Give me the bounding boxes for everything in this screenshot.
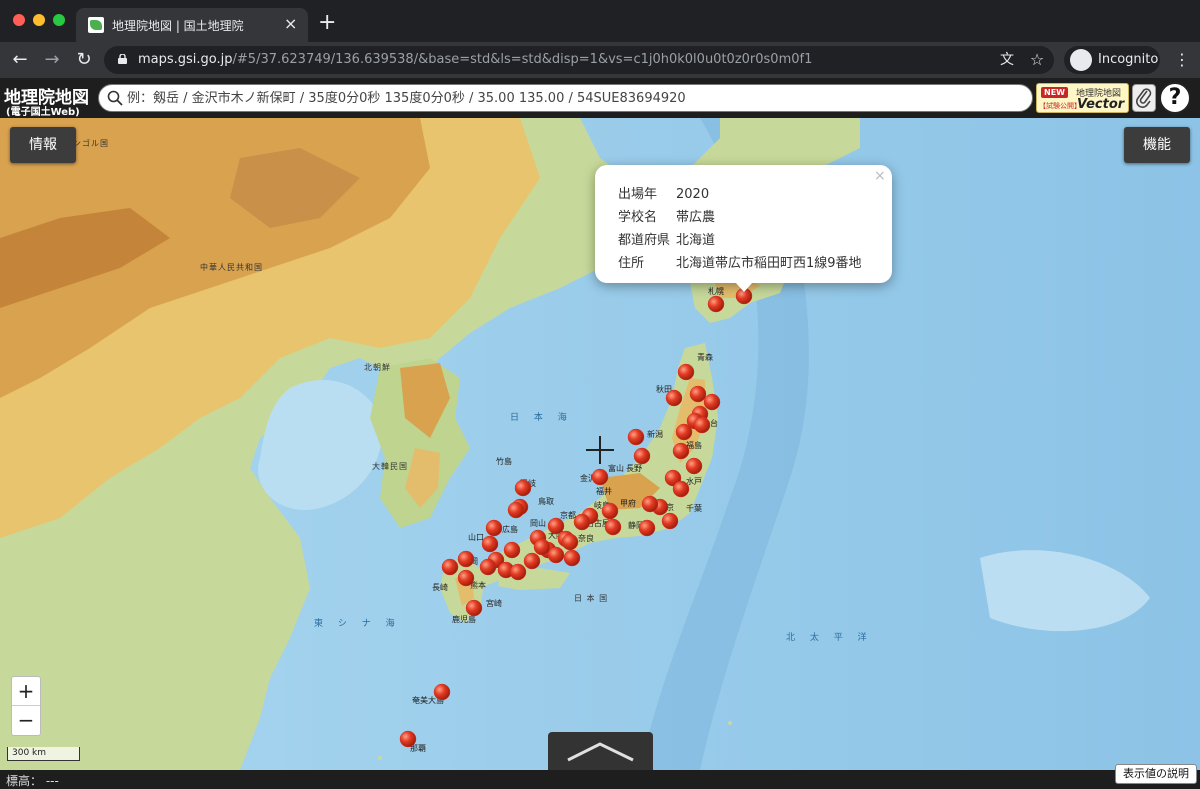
browser-menu-icon[interactable]: ⋮ — [1172, 48, 1192, 72]
map-marker[interactable] — [672, 442, 690, 460]
search-input[interactable] — [127, 87, 1022, 109]
reload-icon[interactable]: ↻ — [72, 48, 96, 72]
map-marker[interactable] — [481, 535, 499, 553]
incognito-icon — [1070, 49, 1092, 71]
map-marker[interactable] — [465, 599, 483, 617]
help-button[interactable]: ? — [1159, 82, 1191, 114]
map-marker[interactable] — [457, 550, 475, 568]
popup-close-icon[interactable]: × — [874, 168, 886, 184]
incognito-badge[interactable]: Incognito — [1064, 46, 1160, 74]
map-crosshair — [599, 436, 601, 464]
map-marker[interactable] — [591, 468, 609, 486]
map-marker[interactable] — [563, 549, 581, 567]
zoom-in-button[interactable]: + — [12, 677, 40, 706]
map-marker[interactable] — [665, 389, 683, 407]
popup-row: 学校名 帯広農 — [618, 210, 716, 225]
search-icon[interactable] — [107, 90, 123, 106]
new-tab-button[interactable]: + — [318, 11, 336, 35]
map-marker[interactable] — [604, 518, 622, 536]
map-marker[interactable] — [675, 423, 693, 441]
lock-icon — [118, 54, 127, 64]
function-button[interactable]: 機能 — [1124, 127, 1190, 163]
site-favicon-icon — [88, 17, 104, 33]
tab-close-icon[interactable]: × — [284, 15, 297, 33]
map-marker[interactable] — [509, 563, 527, 581]
site-header: 地理院地図 (電子国土Web) NEW 【試験公開】 地理院地図 Vector … — [0, 78, 1200, 118]
map-marker[interactable] — [485, 519, 503, 537]
marker-popup: × 出場年 2020 学校名 帯広農 都道府県 北海道 住所 北海道帯広市稲田町西1線9… — [595, 165, 892, 292]
chevron-up-icon — [567, 742, 634, 762]
search-box[interactable] — [98, 84, 1033, 112]
browser-tabbar: 地理院地図 | 国土地理院 × + — [0, 0, 1200, 42]
map-marker[interactable] — [689, 385, 707, 403]
map-marker[interactable] — [638, 519, 656, 537]
address-bar[interactable]: maps.gsi.go.jp/#5/37.623749/136.639538/&… — [104, 46, 1054, 74]
forward-arrow-icon[interactable]: → — [40, 48, 64, 72]
map-marker[interactable] — [601, 502, 619, 520]
map-marker[interactable] — [633, 447, 651, 465]
tab-title: 地理院地図 | 国土地理院 — [112, 19, 244, 33]
map-marker[interactable] — [627, 428, 645, 446]
paperclip-icon[interactable] — [1132, 84, 1156, 112]
new-badge: NEW — [1041, 87, 1068, 98]
map-marker[interactable] — [514, 479, 532, 497]
incognito-label: Incognito — [1098, 52, 1159, 67]
map-marker[interactable] — [399, 730, 417, 748]
map-marker[interactable] — [457, 569, 475, 587]
map-canvas[interactable]: 中華人民共和国 北朝鮮 大韓民国 モンゴル国 日 本 海 東 シ ナ 海 北 太… — [0, 118, 1200, 770]
map-marker[interactable] — [433, 683, 451, 701]
map-marker[interactable] — [685, 457, 703, 475]
vector-map-link[interactable]: NEW 【試験公開】 地理院地図 Vector — [1036, 83, 1129, 113]
map-marker[interactable] — [677, 363, 695, 381]
back-arrow-icon[interactable]: ← — [8, 48, 32, 72]
map-marker[interactable] — [547, 546, 565, 564]
zoom-control: + − — [11, 676, 41, 736]
map-marker[interactable] — [573, 513, 591, 531]
vector-label: Vector — [1077, 97, 1125, 112]
expand-panel-button[interactable] — [548, 732, 653, 770]
map-marker[interactable] — [547, 517, 565, 535]
scale-bar: 300 km — [7, 747, 80, 761]
info-button[interactable]: 情報 — [10, 127, 76, 163]
url-text: maps.gsi.go.jp/#5/37.623749/136.639538/&… — [138, 52, 813, 67]
map-marker[interactable] — [672, 480, 690, 498]
map-marker[interactable] — [507, 501, 525, 519]
bookmark-star-icon[interactable]: ☆ — [1028, 51, 1046, 69]
elevation-readout: 標高： --- — [6, 774, 59, 788]
browser-tab[interactable]: 地理院地図 | 国土地理院 × — [76, 8, 308, 42]
map-marker[interactable] — [561, 533, 579, 551]
map-marker[interactable] — [479, 558, 497, 576]
popup-row: 都道府県 北海道 — [618, 233, 716, 248]
map-marker[interactable] — [661, 512, 679, 530]
minimize-window-button[interactable] — [33, 14, 45, 26]
map-marker[interactable] — [523, 552, 541, 570]
popup-row: 出場年 2020 — [618, 187, 710, 202]
map-marker[interactable] — [693, 416, 711, 434]
legend-button[interactable]: 表示値の説明 — [1115, 764, 1197, 784]
close-window-button[interactable] — [13, 14, 25, 26]
site-logo-subtitle: (電子国土Web) — [6, 107, 80, 118]
map-marker[interactable] — [441, 558, 459, 576]
trial-label: 【試験公開】 — [1039, 102, 1081, 110]
map-marker[interactable] — [641, 495, 659, 513]
map-marker[interactable] — [503, 541, 521, 559]
zoom-out-button[interactable]: − — [12, 707, 40, 736]
status-bar: 標高： --- — [0, 770, 1200, 789]
map-marker[interactable] — [703, 393, 721, 411]
translate-icon[interactable]: 文 — [998, 51, 1016, 69]
browser-toolbar: ← → ↻ maps.gsi.go.jp/#5/37.623749/136.63… — [0, 42, 1200, 78]
maximize-window-button[interactable] — [53, 14, 65, 26]
map-marker[interactable] — [707, 295, 725, 313]
map-marker[interactable] — [533, 538, 551, 556]
popup-row: 住所 北海道帯広市稲田町西1線9番地 — [618, 256, 862, 271]
